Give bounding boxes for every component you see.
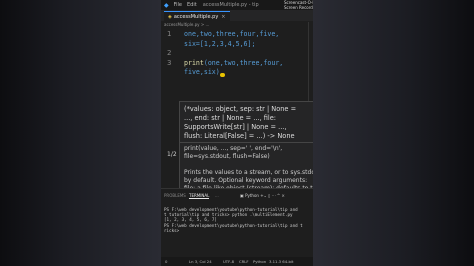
doc-line <box>184 161 313 169</box>
bottom-panel: PROBLEMS TERMINAL ... ▣ Python +⌄ ▯ ⋯ ^ … <box>161 188 313 257</box>
overload-pager[interactable]: 1/2 <box>167 151 177 158</box>
hover-popup: (*values: object, sep: str | None = ...,… <box>179 101 313 194</box>
vscode-logo-icon: ◆ <box>164 1 169 9</box>
tab-label: accessMultiple.py <box>173 14 219 20</box>
window-title: accessMultiple.py - tip <box>202 2 259 8</box>
signature-line: (*values: object, sep: str | None = <box>184 105 297 113</box>
tab-problems[interactable]: PROBLEMS <box>164 193 186 198</box>
python-file-icon: ◈ <box>168 14 172 20</box>
panel-tabs: PROBLEMS TERMINAL ... ▣ Python +⌄ ▯ ⋯ ^ … <box>161 191 313 200</box>
line-number: 1 <box>167 30 172 38</box>
terminal-select[interactable]: ▣ Python +⌄ ▯ ⋯ ^ × <box>240 193 285 198</box>
mouse-cursor-highlight <box>220 73 225 77</box>
line-number: 2 <box>167 49 172 57</box>
doc-line: Prints the values to a stream, or to sys… <box>184 169 313 176</box>
terminal-output[interactable]: PS F:\web development\youtube\python-tut… <box>164 207 303 233</box>
blurred-background-right <box>313 0 474 266</box>
line-number: 3 <box>167 59 172 67</box>
doc-line: print(value, ..., sep=' ', end='\n', <box>184 145 283 152</box>
menu-file[interactable]: File <box>174 2 182 8</box>
close-icon[interactable]: × <box>221 14 225 20</box>
print-keyword: print <box>184 59 204 67</box>
print-args: (one,two,three,four, <box>203 59 284 67</box>
editor-tab-strip: ◈ accessMultiple.py × <box>161 10 313 22</box>
terminal-line: ricks> <box>164 227 180 233</box>
code-line-1[interactable]: one,two,three,four,five, <box>184 30 279 38</box>
code-line-1-wrap[interactable]: six=[1,2,3,4,5,6]; <box>184 40 255 48</box>
signature-line: ..., end: str | None = ..., file: <box>184 114 277 122</box>
panel-more-tabs[interactable]: ... <box>215 193 219 198</box>
docstring: print(value, ..., sep=' ', end='\n', fil… <box>184 145 313 193</box>
blurred-background-left <box>0 0 161 266</box>
vscode-window: ◆ File Edit accessMultiple.py - tip Scre… <box>161 0 313 266</box>
tab-accessmultiple[interactable]: ◈ accessMultiple.py × <box>164 11 230 22</box>
doc-line: by default. Optional keyword arguments: <box>184 177 308 184</box>
status-interpreter[interactable]: 3.11.3 64-bit <box>269 259 293 264</box>
menu-edit[interactable]: Edit <box>187 2 197 8</box>
status-bar: 0 Ln 3, Col 24 UTF-8 CRLF Python 3.11.3 … <box>161 257 313 266</box>
status-encoding[interactable]: UTF-8 <box>223 259 234 264</box>
status-cursor-position[interactable]: Ln 3, Col 24 <box>189 259 212 264</box>
code-line-3-wrap[interactable]: five,six) <box>184 68 220 76</box>
signature-line: flush: Literal[False] = ...) -> None <box>184 132 295 140</box>
signature-line: SupportsWrite[str] | None = ..., <box>184 123 287 131</box>
terminal-select-label: Python <box>245 193 259 198</box>
code-line-3[interactable]: print(one,two,three,four, <box>184 59 283 67</box>
signature-help: (*values: object, sep: str | None = ...,… <box>184 105 296 141</box>
tab-terminal[interactable]: TERMINAL <box>189 193 210 199</box>
status-problems[interactable]: 0 <box>165 259 167 264</box>
terminal-line: PS F:\web development\youtube\python-tut… <box>164 222 303 228</box>
doc-line: file=sys.stdout, flush=False) <box>184 153 270 160</box>
breadcrumb[interactable]: accessMultiple.py > ... <box>164 22 209 27</box>
popup-divider <box>180 142 313 143</box>
recorder-watermark: Screencast-O-Matic Screen Recorder <box>284 0 313 10</box>
status-language[interactable]: Python <box>253 259 266 264</box>
status-eol[interactable]: CRLF <box>239 259 249 264</box>
